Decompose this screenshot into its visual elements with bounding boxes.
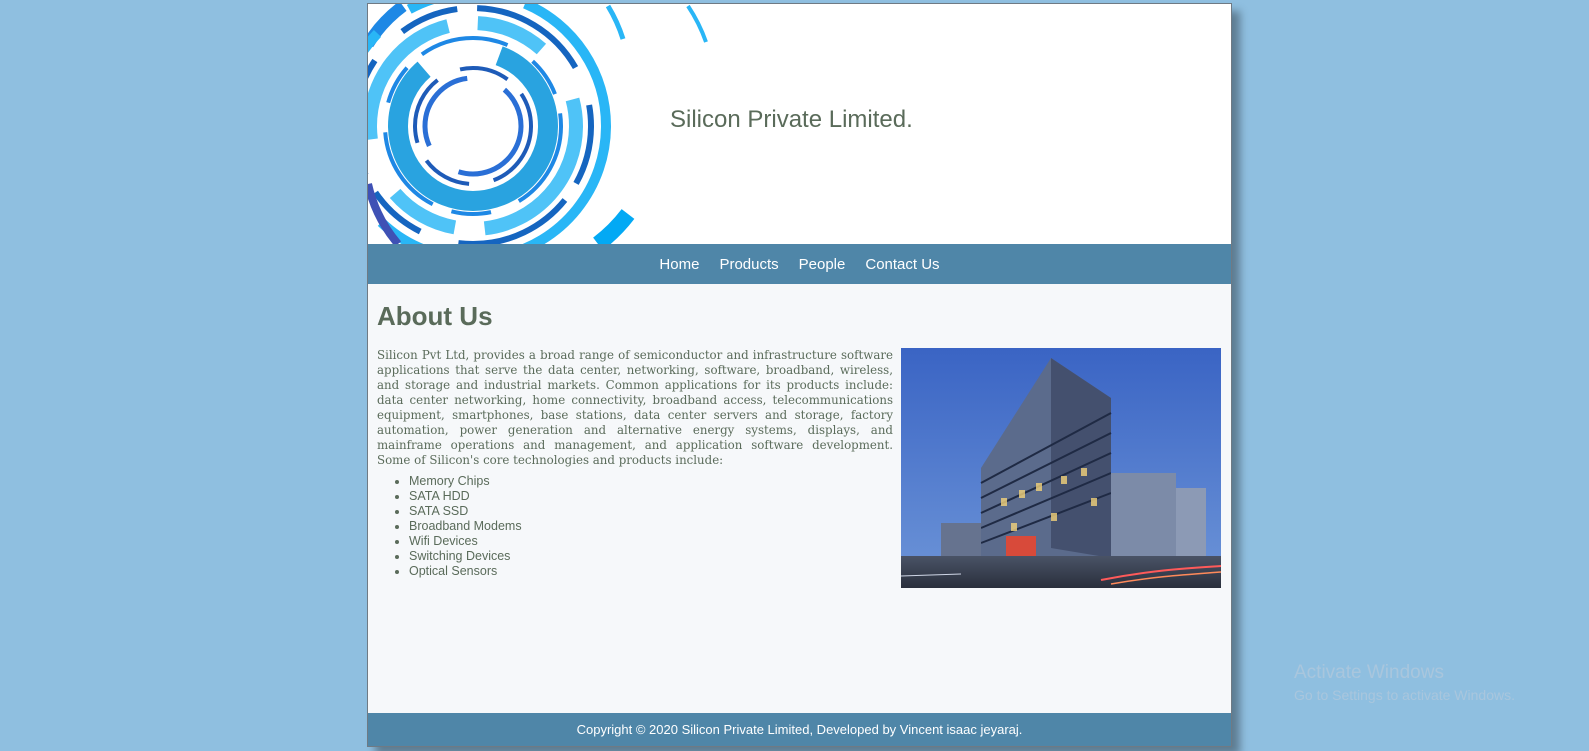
- header-banner: Silicon Private Limited.: [368, 4, 1231, 244]
- list-item: Wifi Devices: [409, 534, 522, 549]
- list-item: SATA HDD: [409, 489, 522, 504]
- about-description: Silicon Pvt Ltd, provides a broad range …: [377, 348, 893, 467]
- activate-windows-watermark: Activate Windows Go to Settings to activ…: [1294, 662, 1515, 703]
- watermark-subtitle: Go to Settings to activate Windows.: [1294, 687, 1515, 703]
- list-item: SATA SSD: [409, 504, 522, 519]
- nav-products[interactable]: Products: [709, 256, 788, 273]
- nav-contact-us[interactable]: Contact Us: [855, 256, 949, 273]
- main-nav: Home Products People Contact Us: [368, 244, 1231, 284]
- circular-logo-art: [368, 4, 708, 244]
- main-content: About Us Silicon Pvt Ltd, provides a bro…: [368, 284, 1231, 708]
- footer-copyright: Copyright © 2020 Silicon Private Limited…: [368, 713, 1231, 746]
- list-item: Broadband Modems: [409, 519, 522, 534]
- watermark-title: Activate Windows: [1294, 662, 1444, 683]
- page-heading: About Us: [377, 301, 493, 331]
- nav-people[interactable]: People: [789, 256, 856, 273]
- page-container: Silicon Private Limited. Home Products P…: [367, 3, 1232, 747]
- nav-home[interactable]: Home: [649, 256, 709, 273]
- list-item: Switching Devices: [409, 549, 522, 564]
- list-item: Memory Chips: [409, 474, 522, 489]
- office-building-image: [901, 348, 1221, 588]
- list-item: Optical Sensors: [409, 564, 522, 579]
- company-name: Silicon Private Limited.: [670, 106, 913, 133]
- product-list: Memory Chips SATA HDD SATA SSD Broadband…: [377, 474, 522, 579]
